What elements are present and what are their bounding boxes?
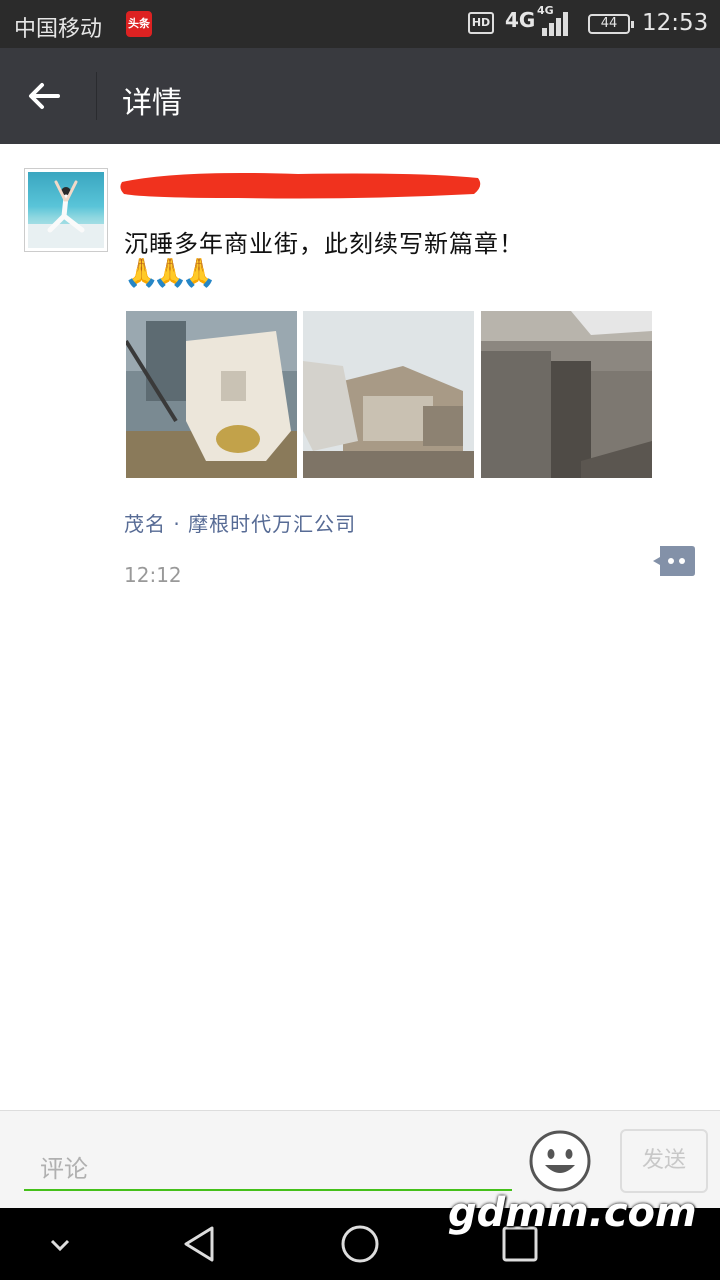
post-photo-1[interactable] bbox=[126, 311, 297, 478]
title-bar: 详情 bbox=[0, 48, 720, 144]
comment-icon[interactable] bbox=[652, 544, 696, 578]
redacted-username bbox=[120, 173, 481, 199]
network-type: 4G bbox=[505, 8, 536, 32]
send-button[interactable]: 发送 bbox=[620, 1129, 708, 1193]
hd-voice-icon: HD bbox=[468, 12, 494, 34]
post-text: 沉睡多年商业街，此刻续写新篇章！ bbox=[124, 230, 524, 258]
signal-strength-icon bbox=[542, 12, 570, 36]
back-arrow-icon[interactable] bbox=[22, 74, 66, 118]
status-time: 12:53 bbox=[642, 10, 709, 36]
avatar[interactable] bbox=[24, 168, 108, 252]
battery-icon: 44 bbox=[588, 14, 634, 34]
home-circle-icon[interactable] bbox=[338, 1222, 382, 1266]
post-time: 12:12 bbox=[124, 563, 182, 587]
post-emoji: 🙏🙏🙏 bbox=[124, 256, 217, 289]
photo-grid bbox=[126, 311, 652, 478]
status-bar: 中国移动 头条 HD 4G 4G 44 12:53 bbox=[0, 0, 720, 48]
title-divider bbox=[96, 72, 97, 120]
emoji-smile-icon[interactable] bbox=[528, 1129, 592, 1193]
comment-input[interactable]: 评论 bbox=[24, 1139, 512, 1191]
post-photo-3[interactable] bbox=[481, 311, 652, 478]
back-triangle-icon[interactable] bbox=[178, 1222, 222, 1266]
watermark: gdmm.com bbox=[448, 1190, 697, 1236]
avatar-image bbox=[28, 172, 104, 248]
page-title: 详情 bbox=[122, 86, 182, 121]
toutiao-app-icon: 头条 bbox=[126, 11, 152, 37]
chevron-down-icon[interactable] bbox=[38, 1222, 82, 1266]
post-location[interactable]: 茂名 · 摩根时代万汇公司 bbox=[124, 508, 356, 537]
carrier-name: 中国移动 bbox=[14, 17, 103, 42]
post-photo-2[interactable] bbox=[303, 311, 474, 478]
